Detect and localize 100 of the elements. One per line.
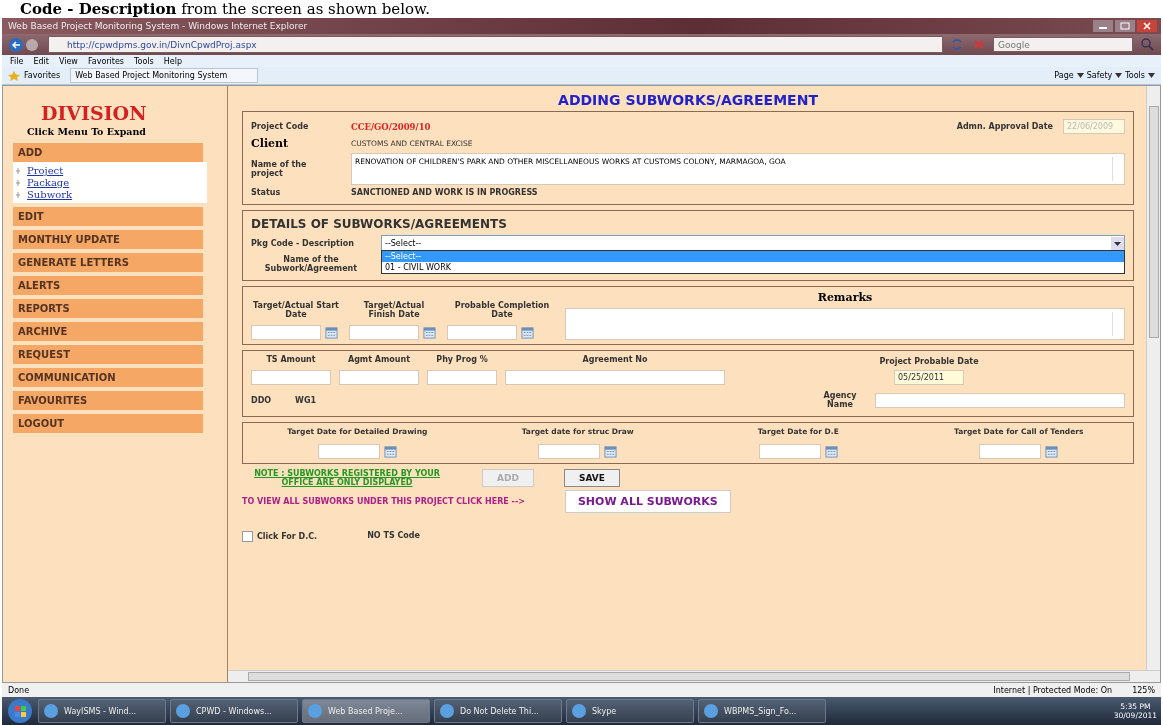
calendar-icon[interactable] (824, 445, 838, 458)
date-field[interactable] (349, 325, 419, 340)
sidebar-menu-item[interactable]: REQUEST (13, 345, 203, 364)
app-icon (571, 703, 587, 719)
submenu-link[interactable]: Package (15, 177, 70, 188)
date-field[interactable] (447, 325, 517, 340)
date-field[interactable] (979, 444, 1042, 459)
field-label: Name of the project (251, 160, 308, 178)
minimize-icon[interactable] (1093, 20, 1113, 32)
submenu-link[interactable]: Project (15, 165, 64, 176)
submenu-link[interactable]: Subwork (15, 189, 73, 200)
calendar-icon[interactable] (325, 326, 338, 339)
menu-item[interactable]: View (58, 56, 78, 66)
field-label: Admn. Approval Date (956, 122, 1053, 131)
field-label: Phy Prog % (435, 355, 489, 364)
field-label: Status (251, 188, 282, 197)
field-label: Target/Actual Finish Date (362, 301, 426, 319)
ddo-value: WG1 (295, 395, 317, 405)
star-icon (8, 70, 20, 81)
division-heading: DIVISION (41, 102, 148, 124)
remarks-field[interactable] (565, 308, 1125, 340)
form-button[interactable]: SAVE (563, 469, 620, 487)
checkbox[interactable] (242, 530, 253, 542)
command-menu[interactable]: Safety (1086, 71, 1113, 80)
browser-tab[interactable]: Web Based Project Monitoring System (70, 68, 259, 83)
app-icon (439, 703, 455, 719)
taskbar-button[interactable]: Skype (566, 699, 694, 723)
sidebar-menu-item[interactable]: EDIT (13, 207, 203, 226)
amount-field[interactable] (339, 370, 419, 385)
amount-field[interactable] (251, 370, 331, 385)
taskbar-button[interactable]: WayISMS - Wind... (38, 699, 166, 723)
remarks-label: Remarks (816, 291, 874, 304)
menu-item[interactable]: Favorites (87, 56, 124, 66)
menu-item[interactable]: Edit (33, 56, 49, 66)
calendar-icon[interactable] (383, 445, 397, 458)
taskbar-button[interactable]: WBPMS_Sign_Fo... (698, 699, 826, 723)
app-icon (43, 703, 59, 719)
menu-item[interactable]: Tools (134, 56, 154, 66)
date-field[interactable] (317, 444, 380, 459)
page-title: ADDING SUBWORKS/AGREEMENT (557, 92, 819, 108)
field-label: Agreement No (581, 355, 649, 364)
date-field[interactable] (251, 325, 321, 340)
favorites-button[interactable]: Favorites (24, 71, 61, 80)
ts-code-text: NO TS Code (367, 531, 420, 541)
project-code: CCE/GO/2009/10 (351, 121, 431, 132)
agency-name-field[interactable] (875, 392, 1125, 408)
caret-icon[interactable] (1076, 73, 1084, 78)
sidebar-menu-item[interactable]: ADD (13, 143, 203, 162)
address-field[interactable]: http://cpwdpms.gov.in/DivnCpwdProj.aspx (48, 36, 943, 53)
vertical-scrollbar[interactable] (1146, 86, 1160, 670)
amount-field[interactable] (427, 370, 497, 385)
calendar-icon[interactable] (604, 445, 618, 458)
probable-date-field[interactable]: 05/25/2011 (894, 370, 964, 385)
sidebar-menu-item[interactable]: ARCHIVE (13, 322, 203, 341)
command-menu[interactable]: Tools (1125, 71, 1145, 80)
field-label: Target/Actual Start Date (252, 301, 340, 319)
sidebar-menu-item[interactable]: FAVOURITES (13, 391, 203, 410)
menu-item[interactable]: Help (163, 56, 182, 66)
calendar-icon[interactable] (1045, 445, 1059, 458)
caret-icon[interactable] (1115, 73, 1123, 78)
app-icon (703, 703, 719, 719)
start-icon[interactable] (6, 698, 34, 724)
taskbar-button[interactable]: Web Based Proje... (302, 699, 430, 723)
show-all-button[interactable]: SHOW ALL SUBWORKS (564, 490, 731, 513)
calendar-icon[interactable] (423, 326, 436, 339)
zoom-level[interactable]: 125% (1132, 685, 1155, 695)
date-field[interactable] (538, 444, 601, 459)
horizontal-scrollbar[interactable] (228, 670, 1160, 682)
close-icon[interactable] (1137, 20, 1157, 32)
taskbar-button[interactable]: CPWD - Windows... (170, 699, 298, 723)
caret-icon[interactable] (1148, 73, 1155, 78)
search-field[interactable]: Google (993, 37, 1133, 52)
refresh-icon[interactable] (949, 37, 965, 52)
app-icon (175, 703, 191, 719)
sidebar-menu-item[interactable]: COMMUNICATION (13, 368, 203, 387)
checkbox-label: Click For D.C. (257, 532, 318, 541)
note-text: NOTE : SUBWORKS REGISTERED BY YOUR OFFICE ARE ONLY DISPLAYED (253, 469, 441, 487)
search-icon[interactable] (1139, 37, 1155, 52)
field-label: Probable Completion Date (453, 301, 551, 319)
section-heading: DETAILS OF SUBWORKS/AGREEMENTS (251, 217, 508, 231)
status-value: SANCTIONED AND WORK IS IN PROGRESS (351, 188, 538, 197)
field-label: Project Code (251, 122, 310, 131)
calendar-icon[interactable] (521, 326, 534, 339)
amount-field[interactable] (505, 370, 725, 385)
field-label: Name of the Subwork/Agreement (263, 255, 359, 273)
sidebar-menu-item[interactable]: LOGOUT (13, 414, 203, 433)
field-label: Project Probable Date (879, 357, 979, 366)
sidebar-menu-item[interactable]: ALERTS (13, 276, 203, 295)
dropdown-option[interactable]: 01 - CIVIL WORK (382, 262, 1124, 273)
sidebar-menu-item[interactable]: MONTHLY UPDATE (13, 230, 203, 249)
menu-item[interactable]: File (10, 56, 24, 66)
window-title: Web Based Project Monitoring System - Windows Internet Explorer (8, 21, 309, 31)
sidebar-menu-item[interactable]: GENERATE LETTERS (13, 253, 203, 272)
taskbar-button[interactable]: Do Not Delete Thi... (434, 699, 562, 723)
field-label: Agency Name (822, 391, 858, 409)
date-field[interactable] (758, 444, 821, 459)
maximize-icon[interactable] (1115, 20, 1135, 32)
field-label: Pkg Code - Description (251, 239, 355, 248)
command-menu[interactable]: Page (1054, 71, 1074, 80)
sidebar-menu-item[interactable]: REPORTS (13, 299, 203, 318)
